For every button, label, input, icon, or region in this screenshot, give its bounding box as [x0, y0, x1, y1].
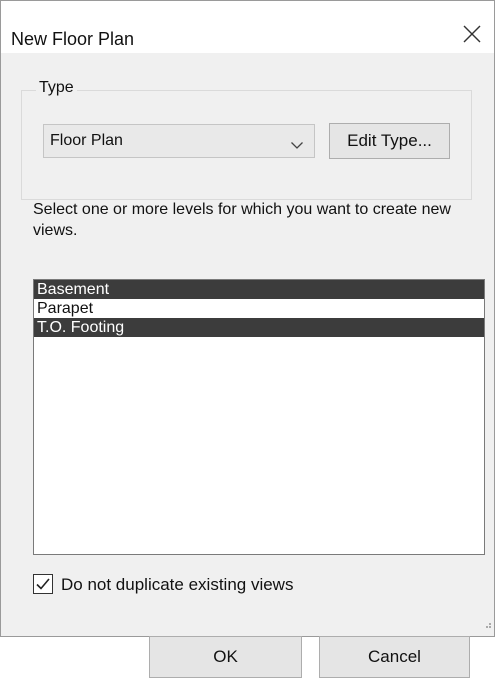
levels-list[interactable]: Basement Parapet T.O. Footing [33, 279, 485, 555]
checkmark-icon [36, 578, 50, 590]
edit-type-button[interactable]: Edit Type... [329, 123, 450, 159]
cancel-button[interactable]: Cancel [319, 636, 470, 678]
new-floor-plan-dialog: New Floor Plan Type Floor Plan Edit Type… [0, 0, 495, 678]
type-dropdown-value: Floor Plan [50, 132, 123, 149]
dialog-title: New Floor Plan [11, 29, 135, 49]
ok-button[interactable]: OK [149, 636, 302, 678]
close-icon [463, 25, 481, 43]
dialog-body: Type Floor Plan Edit Type... Select one … [1, 53, 494, 678]
type-dropdown[interactable]: Floor Plan [43, 124, 315, 158]
list-item[interactable]: T.O. Footing [34, 318, 484, 337]
title-bar: New Floor Plan [1, 1, 494, 53]
type-group-legend: Type [36, 79, 77, 97]
close-button[interactable] [456, 19, 488, 49]
instructions-text: Select one or more levels for which you … [33, 201, 451, 239]
resize-grip-icon[interactable] [482, 616, 492, 634]
chevron-down-icon [290, 137, 304, 155]
no-duplicate-label: Do not duplicate existing views [61, 575, 294, 594]
list-item[interactable]: Parapet [34, 299, 484, 318]
no-duplicate-checkbox[interactable] [33, 574, 53, 594]
list-item[interactable]: Basement [34, 280, 484, 299]
